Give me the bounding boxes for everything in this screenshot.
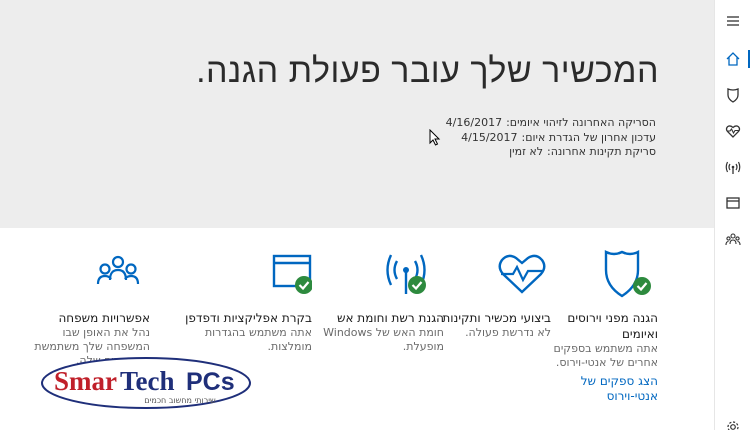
hamburger-menu-button[interactable] <box>715 6 750 36</box>
nav-rail <box>714 0 750 430</box>
tile-title: אפשרויות משפחה <box>58 311 150 325</box>
shield-icon <box>727 88 739 103</box>
tile-title: בקרת אפליקציות ודפדפן <box>185 311 312 325</box>
nav-settings[interactable] <box>715 412 750 430</box>
meta-value: לא זמין <box>509 145 543 158</box>
scan-info: הסריקה האחרונה לזיהוי איומים: 4/16/2017 … <box>236 116 656 160</box>
svg-text:שירותי מחשוב חכמים: שירותי מחשוב חכמים <box>144 396 216 405</box>
meta-value: 4/15/2017 <box>461 130 518 144</box>
heart-pulse-icon <box>725 125 741 138</box>
meta-label: הסריקה האחרונה לזיהוי איומים: <box>506 116 656 129</box>
hamburger-icon <box>727 16 739 26</box>
antenna-icon <box>725 161 741 174</box>
nav-app-browser[interactable] <box>715 188 750 218</box>
last-threat-scan: הסריקה האחרונה לזיהוי איומים: 4/16/2017 <box>236 116 656 131</box>
nav-virus-protection[interactable] <box>715 80 750 110</box>
svg-text:PCs: PCs <box>186 368 235 396</box>
status-hero: המכשיר שלך עובר פעולת הגנה. הסריקה האחרו… <box>0 0 714 228</box>
page-title: המכשיר שלך עובר פעולת הגנה. <box>196 52 659 90</box>
smartech-logo: Smar Tech PCs שירותי מחשוב חכמים <box>41 357 251 409</box>
browser-window-icon <box>726 197 740 209</box>
nav-family[interactable] <box>715 224 750 254</box>
meta-label: סריקת תקינות אחרונה: <box>546 145 656 158</box>
family-icon <box>725 233 741 246</box>
svg-text:Tech: Tech <box>120 366 175 396</box>
antenna-check-icon <box>386 254 426 294</box>
nav-firewall[interactable] <box>715 152 750 182</box>
settings-gear-icon <box>727 421 739 430</box>
last-definition-update: עדכון אחרון של הגדרת איום: 4/15/2017 <box>236 131 656 146</box>
heart-pulse-check-icon <box>498 254 546 294</box>
shield-check-icon <box>604 250 651 298</box>
tile-description: חומת האש של Windows מופעלת. <box>323 326 444 353</box>
tile-firewall-network-protection[interactable]: הגנת רשת וחומת אש חומת האש של Windows מו… <box>316 250 444 420</box>
nav-device-health[interactable] <box>715 116 750 146</box>
nav-home[interactable] <box>715 44 750 74</box>
browser-window-check-icon <box>272 254 312 294</box>
svg-text:Smar: Smar <box>54 366 117 396</box>
family-icon <box>96 255 140 285</box>
last-health-scan: סריקת תקינות אחרונה: לא זמין <box>236 145 656 160</box>
tile-description: אתה משתמש בהגדרות מומלצות. <box>204 326 312 353</box>
tile-title: הגנת רשת וחומת אש <box>336 311 444 325</box>
mouse-pointer-icon <box>429 129 441 146</box>
meta-label: עדכון אחרון של הגדרת איום: <box>521 130 656 144</box>
home-icon <box>726 52 740 66</box>
meta-value: 4/16/2017 <box>445 116 503 129</box>
